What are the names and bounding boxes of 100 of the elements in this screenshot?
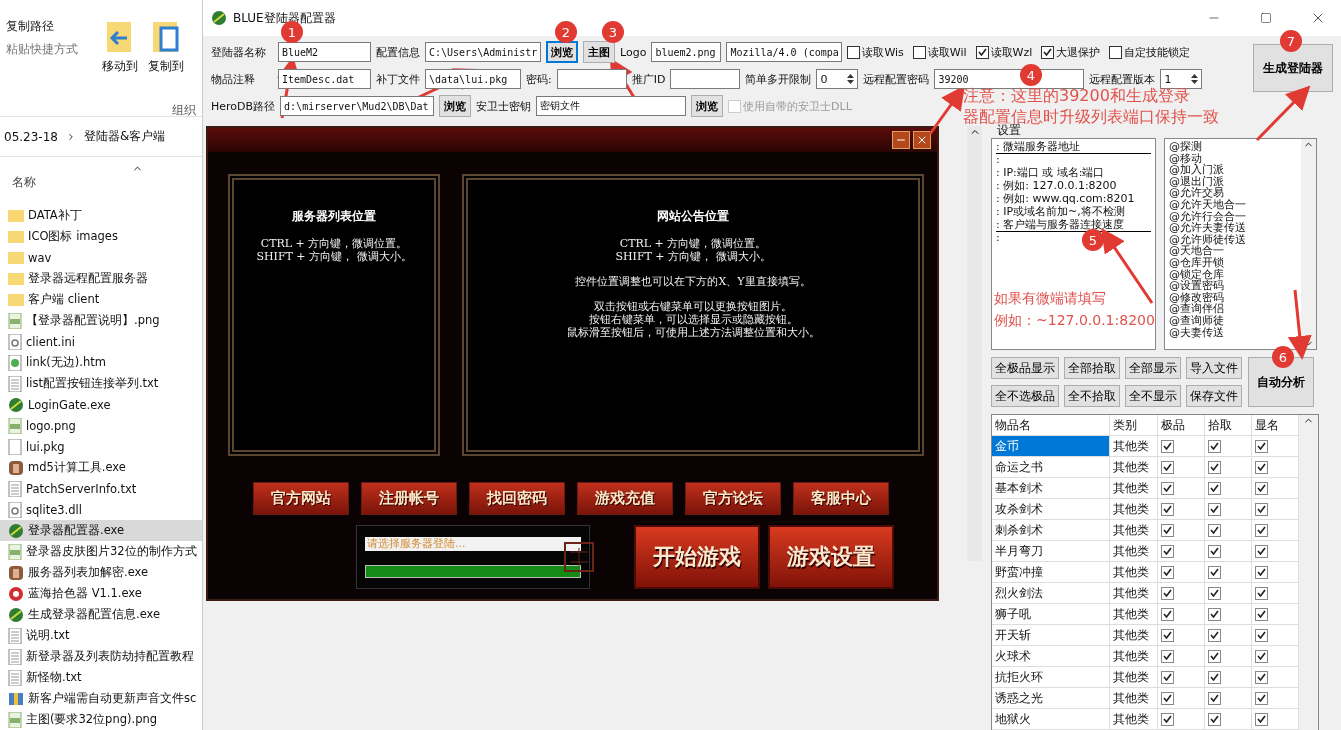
file-row[interactable]: 登录器皮肤图片32位的制作方式	[0, 541, 202, 562]
command-item[interactable]: @允许天地合一	[1169, 198, 1297, 211]
file-row[interactable]: 【登录器配置说明】.png	[0, 310, 202, 331]
checkbox[interactable]	[1161, 439, 1174, 453]
checkbox[interactable]	[1161, 712, 1174, 726]
checkbox[interactable]	[1161, 670, 1174, 684]
checkbox[interactable]	[1255, 628, 1268, 642]
table-cell[interactable]: 地狱火	[992, 709, 1110, 730]
file-row[interactable]: 新登录器及列表防劫持配置教程	[0, 646, 202, 667]
maximize-icon[interactable]	[1260, 12, 1272, 24]
file-row[interactable]: wav	[0, 247, 202, 268]
file-row[interactable]: ICO图标 images	[0, 226, 202, 247]
checkbox[interactable]	[1161, 544, 1174, 558]
checkbox[interactable]	[1208, 544, 1221, 558]
command-item[interactable]: @仓库开锁	[1169, 256, 1297, 269]
checkbox[interactable]	[1255, 607, 1268, 621]
checkbox[interactable]	[912, 45, 926, 59]
checkbox[interactable]	[1255, 523, 1268, 537]
checkbox[interactable]	[1161, 586, 1174, 600]
table-cell[interactable]: 火球术	[992, 646, 1110, 667]
checkbox[interactable]	[1208, 670, 1221, 684]
file-row[interactable]: lui.pkg	[0, 436, 202, 457]
checkbox[interactable]	[1161, 460, 1174, 474]
input-field[interactable]: Mozilla/4.0 (compa	[726, 42, 843, 62]
file-row[interactable]: logo.png	[0, 415, 202, 436]
file-row[interactable]: 登录器远程配置服务器	[0, 268, 202, 289]
action-button[interactable]: 全不显示	[1125, 385, 1181, 407]
file-row[interactable]: md5计算工具.exe	[0, 457, 202, 478]
start-game-button[interactable]: 开始游戏	[634, 525, 760, 589]
command-item[interactable]: @探测	[1169, 141, 1297, 153]
command-item[interactable]: @天地合一	[1169, 245, 1297, 257]
checkbox[interactable]	[1255, 544, 1268, 558]
file-row[interactable]: sqlite3.dll	[0, 499, 202, 520]
command-item[interactable]: @设置密码	[1169, 280, 1297, 292]
table-cell[interactable]: 诱惑之光	[992, 688, 1110, 709]
checkbox[interactable]	[1161, 649, 1174, 663]
checkbox[interactable]	[847, 45, 861, 59]
checkbox[interactable]	[1161, 481, 1174, 495]
table-cell[interactable]: 命运之书	[992, 457, 1110, 478]
checkbox[interactable]	[1208, 439, 1221, 453]
checkbox[interactable]	[1109, 45, 1123, 59]
checkbox[interactable]	[1208, 523, 1221, 537]
ribbon-button-label[interactable]: 移动到	[102, 58, 138, 75]
minimize-icon[interactable]	[892, 131, 910, 149]
checkbox[interactable]	[1161, 523, 1174, 537]
toolbar-button[interactable]: 浏览	[691, 95, 724, 117]
checkbox[interactable]	[1161, 565, 1174, 579]
checkbox[interactable]	[1208, 502, 1221, 516]
checkbox[interactable]	[1255, 712, 1268, 726]
number-spinner[interactable]: 0	[816, 69, 859, 89]
checkbox[interactable]	[1255, 565, 1268, 579]
checkbox[interactable]	[1208, 649, 1221, 663]
toolbar-button[interactable]: 主图	[583, 41, 615, 63]
command-item[interactable]: @加入门派	[1169, 164, 1297, 176]
file-row[interactable]: 蓝海拾色器 V1.1.exe	[0, 583, 202, 604]
checkbox[interactable]	[1255, 460, 1268, 474]
number-spinner[interactable]: 1	[1160, 69, 1203, 89]
breadcrumb-item[interactable]: 05.23-18	[4, 129, 58, 144]
checkbox[interactable]	[1161, 628, 1174, 642]
action-button[interactable]: 导入文件	[1186, 357, 1242, 379]
checkbox[interactable]	[1208, 607, 1221, 621]
file-row[interactable]: 主图(要求32位png).png	[0, 709, 202, 730]
command-item[interactable]: @查询伴侣	[1169, 303, 1297, 315]
command-item[interactable]: @允许夫妻传送	[1169, 222, 1297, 234]
command-item[interactable]: @允许师徒传送	[1169, 233, 1297, 246]
action-button[interactable]: 全极品显示	[991, 357, 1059, 379]
close-icon[interactable]	[913, 131, 931, 149]
action-button[interactable]: 全部显示	[1125, 357, 1181, 379]
link-button[interactable]: 游戏充值	[577, 482, 673, 515]
checkbox[interactable]	[1208, 460, 1221, 474]
checkbox[interactable]	[1041, 45, 1055, 59]
table-cell[interactable]: 开天斩	[992, 625, 1110, 646]
checkbox[interactable]	[1208, 691, 1221, 705]
table-cell[interactable]: 基本剑术	[992, 478, 1110, 499]
file-row[interactable]: link(无边).htm	[0, 352, 202, 373]
checkbox[interactable]	[1208, 565, 1221, 579]
file-row[interactable]: DATA补丁	[0, 205, 202, 226]
file-row[interactable]: 登录器配置器.exe	[0, 520, 202, 541]
checkbox[interactable]	[1255, 670, 1268, 684]
ribbon-action[interactable]: 复制路径	[6, 18, 92, 35]
input-field[interactable]: bluem2.png	[651, 42, 722, 62]
command-item[interactable]: @查询师徒	[1169, 314, 1297, 327]
checkbox[interactable]	[1255, 439, 1268, 453]
ribbon-button-label[interactable]: 复制到	[148, 58, 184, 75]
input-field[interactable]	[556, 69, 627, 89]
input-field[interactable]	[670, 69, 741, 89]
table-cell[interactable]: 金币	[992, 436, 1110, 457]
checkbox[interactable]	[1208, 628, 1221, 642]
table-cell[interactable]: 野蛮冲撞	[992, 562, 1110, 583]
table-cell[interactable]: 刺杀剑术	[992, 520, 1110, 541]
checkbox[interactable]	[1255, 691, 1268, 705]
checkbox[interactable]	[1161, 607, 1174, 621]
checkbox[interactable]	[1255, 481, 1268, 495]
checkbox[interactable]	[1161, 502, 1174, 516]
file-row[interactable]: 新怪物.txt	[0, 667, 202, 688]
input-field[interactable]: BlueM2	[278, 42, 371, 62]
scrollbar[interactable]	[967, 126, 982, 561]
action-button[interactable]: 全部拾取	[1064, 357, 1120, 379]
file-row[interactable]: LoginGate.exe	[0, 394, 202, 415]
file-row[interactable]: list配置按钮连接举列.txt	[0, 373, 202, 394]
